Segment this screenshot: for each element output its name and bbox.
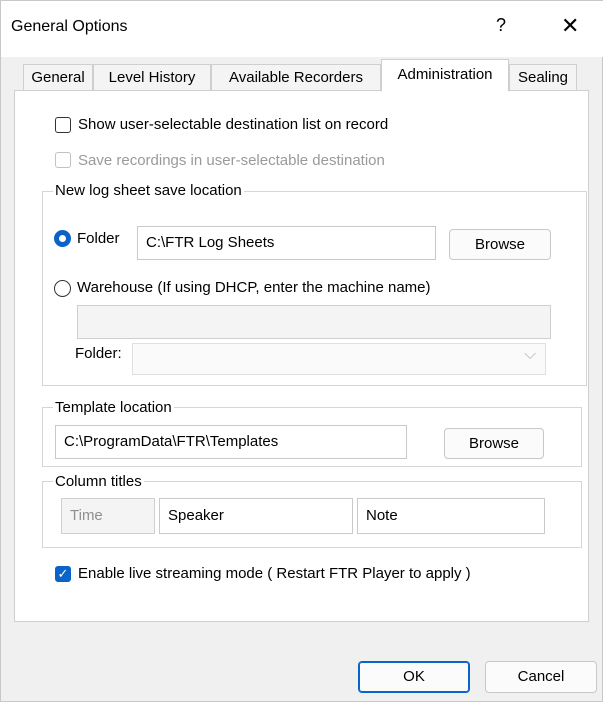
folder-radio[interactable] [54, 230, 71, 247]
help-button[interactable]: ? [496, 15, 506, 36]
log-sheet-browse-button[interactable]: Browse [449, 229, 551, 260]
save-recordings-checkbox[interactable] [55, 152, 71, 168]
column-time-input[interactable]: Time [61, 498, 155, 534]
window-title: General Options [11, 18, 128, 35]
chevron-down-icon: ⌵ [524, 346, 537, 363]
tab-administration[interactable]: Administration [381, 59, 509, 92]
log-sheet-location-legend: New log sheet save location [53, 182, 244, 199]
column-speaker-input[interactable]: Speaker [159, 498, 353, 534]
tab-available-recorders[interactable]: Available Recorders [211, 64, 381, 91]
general-options-dialog: General Options ? ✕ General Level Histor… [0, 0, 603, 702]
warehouse-radio-label: Warehouse (If using DHCP, enter the mach… [77, 279, 431, 296]
check-icon: ✓ [57, 566, 69, 581]
warehouse-radio[interactable] [54, 280, 71, 297]
ok-button[interactable]: OK [358, 661, 470, 693]
close-button[interactable]: ✕ [561, 13, 579, 39]
tab-sealing[interactable]: Sealing [509, 64, 577, 91]
cancel-button[interactable]: Cancel [485, 661, 597, 693]
column-note-input[interactable]: Note [357, 498, 545, 534]
live-streaming-checkbox[interactable]: ✓ [55, 566, 71, 582]
show-destination-list-label: Show user-selectable destination list on… [78, 116, 389, 133]
live-streaming-label: Enable live streaming mode ( Restart FTR… [78, 565, 471, 582]
template-browse-button[interactable]: Browse [444, 428, 544, 459]
column-titles-legend: Column titles [53, 473, 144, 490]
warehouse-folder-select[interactable] [132, 343, 546, 375]
warehouse-machine-input[interactable] [77, 305, 551, 339]
title-bar: General Options ? ✕ [1, 1, 603, 57]
tab-level-history[interactable]: Level History [93, 64, 211, 91]
save-recordings-label: Save recordings in user-selectable desti… [78, 152, 385, 169]
folder-radio-label: Folder [77, 230, 120, 247]
template-location-legend: Template location [53, 399, 174, 416]
show-destination-list-checkbox[interactable] [55, 117, 71, 133]
log-sheet-folder-input[interactable]: C:\FTR Log Sheets [137, 226, 436, 260]
tab-general[interactable]: General [23, 64, 93, 91]
warehouse-folder-label: Folder: [75, 345, 122, 362]
template-location-input[interactable]: C:\ProgramData\FTR\Templates [55, 425, 407, 459]
